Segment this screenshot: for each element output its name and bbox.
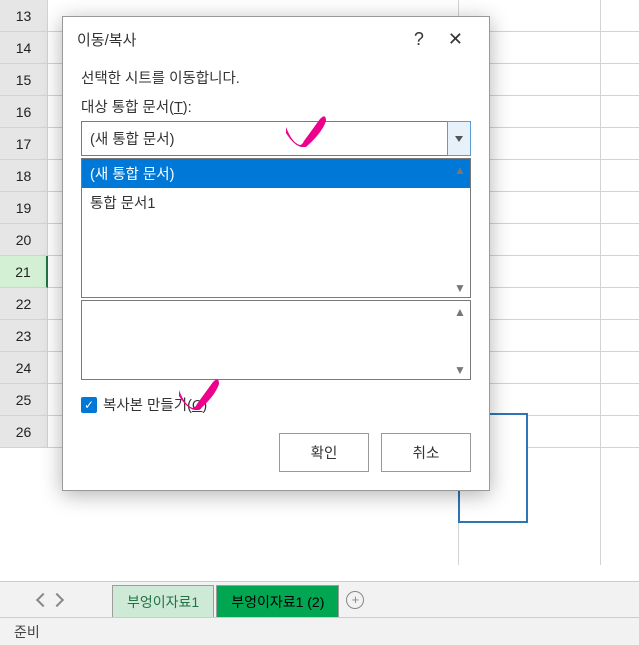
- status-bar: 준비: [0, 617, 639, 645]
- list-item[interactable]: (새 통합 문서): [82, 159, 470, 188]
- combo-input[interactable]: (새 통합 문서): [81, 121, 448, 156]
- list-item[interactable]: 통합 문서1: [82, 188, 470, 217]
- create-copy-checkbox[interactable]: ✓ 복사본 만들기(C): [81, 394, 471, 415]
- cancel-button[interactable]: 취소: [381, 433, 471, 472]
- row-header[interactable]: 26: [0, 416, 48, 448]
- row-header[interactable]: 24: [0, 352, 48, 384]
- scroll-down-icon[interactable]: ▼: [454, 281, 466, 293]
- row-header[interactable]: 19: [0, 192, 48, 224]
- dialog-titlebar[interactable]: 이동/복사 ? ✕: [63, 17, 489, 61]
- row-header[interactable]: 13: [0, 0, 48, 32]
- target-workbook-combo[interactable]: (새 통합 문서): [81, 121, 471, 156]
- close-button[interactable]: ✕: [436, 29, 475, 50]
- sheet-tab[interactable]: 부엉이자료1 (2): [216, 585, 339, 618]
- chevron-right-icon: [50, 592, 64, 606]
- chevron-left-icon: [36, 592, 50, 606]
- before-sheet-listbox[interactable]: ▲ ▼: [81, 300, 471, 380]
- scroll-up-icon[interactable]: ▲: [454, 163, 466, 175]
- checkbox-checked-icon: ✓: [81, 397, 97, 413]
- workbook-listbox[interactable]: (새 통합 문서)통합 문서1 ▲ ▼: [81, 158, 471, 298]
- add-sheet-button[interactable]: +: [339, 582, 371, 617]
- row-header[interactable]: 25: [0, 384, 48, 416]
- row-header[interactable]: 14: [0, 32, 48, 64]
- move-copy-dialog: 이동/복사 ? ✕ 선택한 시트를 이동합니다. 대상 통합 문서(T): (새…: [62, 16, 490, 491]
- row-header[interactable]: 23: [0, 320, 48, 352]
- dialog-title-text: 이동/복사: [77, 29, 136, 50]
- row-header[interactable]: 15: [0, 64, 48, 96]
- target-workbook-label: 대상 통합 문서(T):: [81, 96, 471, 117]
- grid-column-line: [600, 0, 601, 565]
- sheet-tab[interactable]: 부엉이자료1: [112, 585, 214, 618]
- row-header[interactable]: 16: [0, 96, 48, 128]
- checkbox-label: 복사본 만들기(C): [103, 394, 207, 415]
- row-header-column: 1314151617181920212223242526: [0, 0, 48, 448]
- combo-dropdown-button[interactable]: [447, 121, 471, 156]
- tab-nav-buttons[interactable]: [0, 582, 100, 617]
- sheet-tabs: 부엉이자료1부엉이자료1 (2): [100, 582, 339, 617]
- ok-button[interactable]: 확인: [279, 433, 369, 472]
- sheet-tab-bar: 부엉이자료1부엉이자료1 (2) +: [0, 581, 639, 617]
- instruction-text: 선택한 시트를 이동합니다.: [81, 67, 471, 88]
- row-header[interactable]: 18: [0, 160, 48, 192]
- row-header[interactable]: 21: [0, 256, 48, 288]
- help-button[interactable]: ?: [402, 29, 436, 50]
- plus-icon: +: [346, 591, 364, 609]
- scroll-down-icon[interactable]: ▼: [454, 363, 466, 375]
- scroll-up-icon[interactable]: ▲: [454, 305, 466, 317]
- row-header[interactable]: 20: [0, 224, 48, 256]
- status-ready: 준비: [14, 622, 40, 642]
- row-header[interactable]: 17: [0, 128, 48, 160]
- chevron-down-icon: [455, 136, 463, 142]
- row-header[interactable]: 22: [0, 288, 48, 320]
